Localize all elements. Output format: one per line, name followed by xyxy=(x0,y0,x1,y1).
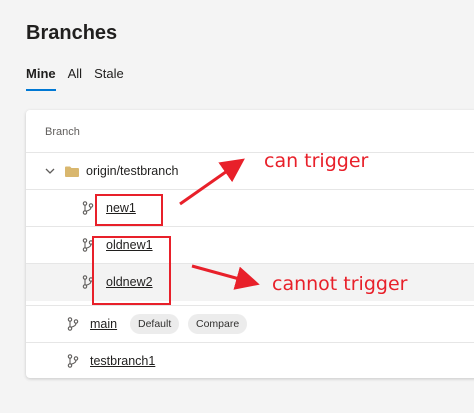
annotation-box-cannot-trigger xyxy=(92,236,171,305)
page-title: Branches xyxy=(26,22,118,44)
branch-icon xyxy=(67,317,79,331)
annotation-box-can-trigger xyxy=(95,194,163,226)
branch-row-main[interactable]: main Default Compare xyxy=(26,305,474,343)
annotation-cannot-trigger: cannot trigger xyxy=(272,273,408,295)
branch-icon xyxy=(67,354,79,368)
column-header-branch: Branch xyxy=(45,126,80,138)
tab-stale[interactable]: Stale xyxy=(94,66,124,91)
tab-all[interactable]: All xyxy=(68,66,82,91)
annotation-can-trigger: can trigger xyxy=(264,150,369,172)
folder-row[interactable]: origin/testbranch xyxy=(26,152,474,190)
folder-label: origin/testbranch xyxy=(86,164,179,178)
default-badge: Default xyxy=(130,314,180,334)
branch-row-new1[interactable]: new1 xyxy=(26,189,474,227)
chevron-down-icon[interactable] xyxy=(44,165,56,177)
branch-row-testbranch1[interactable]: testbranch1 xyxy=(26,342,474,380)
tab-mine[interactable]: Mine xyxy=(26,66,56,91)
compare-badge[interactable]: Compare xyxy=(188,314,248,334)
branch-tabs: Mine All Stale xyxy=(26,66,136,91)
folder-icon xyxy=(65,166,79,177)
branch-link-testbranch1[interactable]: testbranch1 xyxy=(90,354,155,368)
branch-link-main[interactable]: main xyxy=(90,317,117,331)
branch-icon xyxy=(82,201,94,215)
